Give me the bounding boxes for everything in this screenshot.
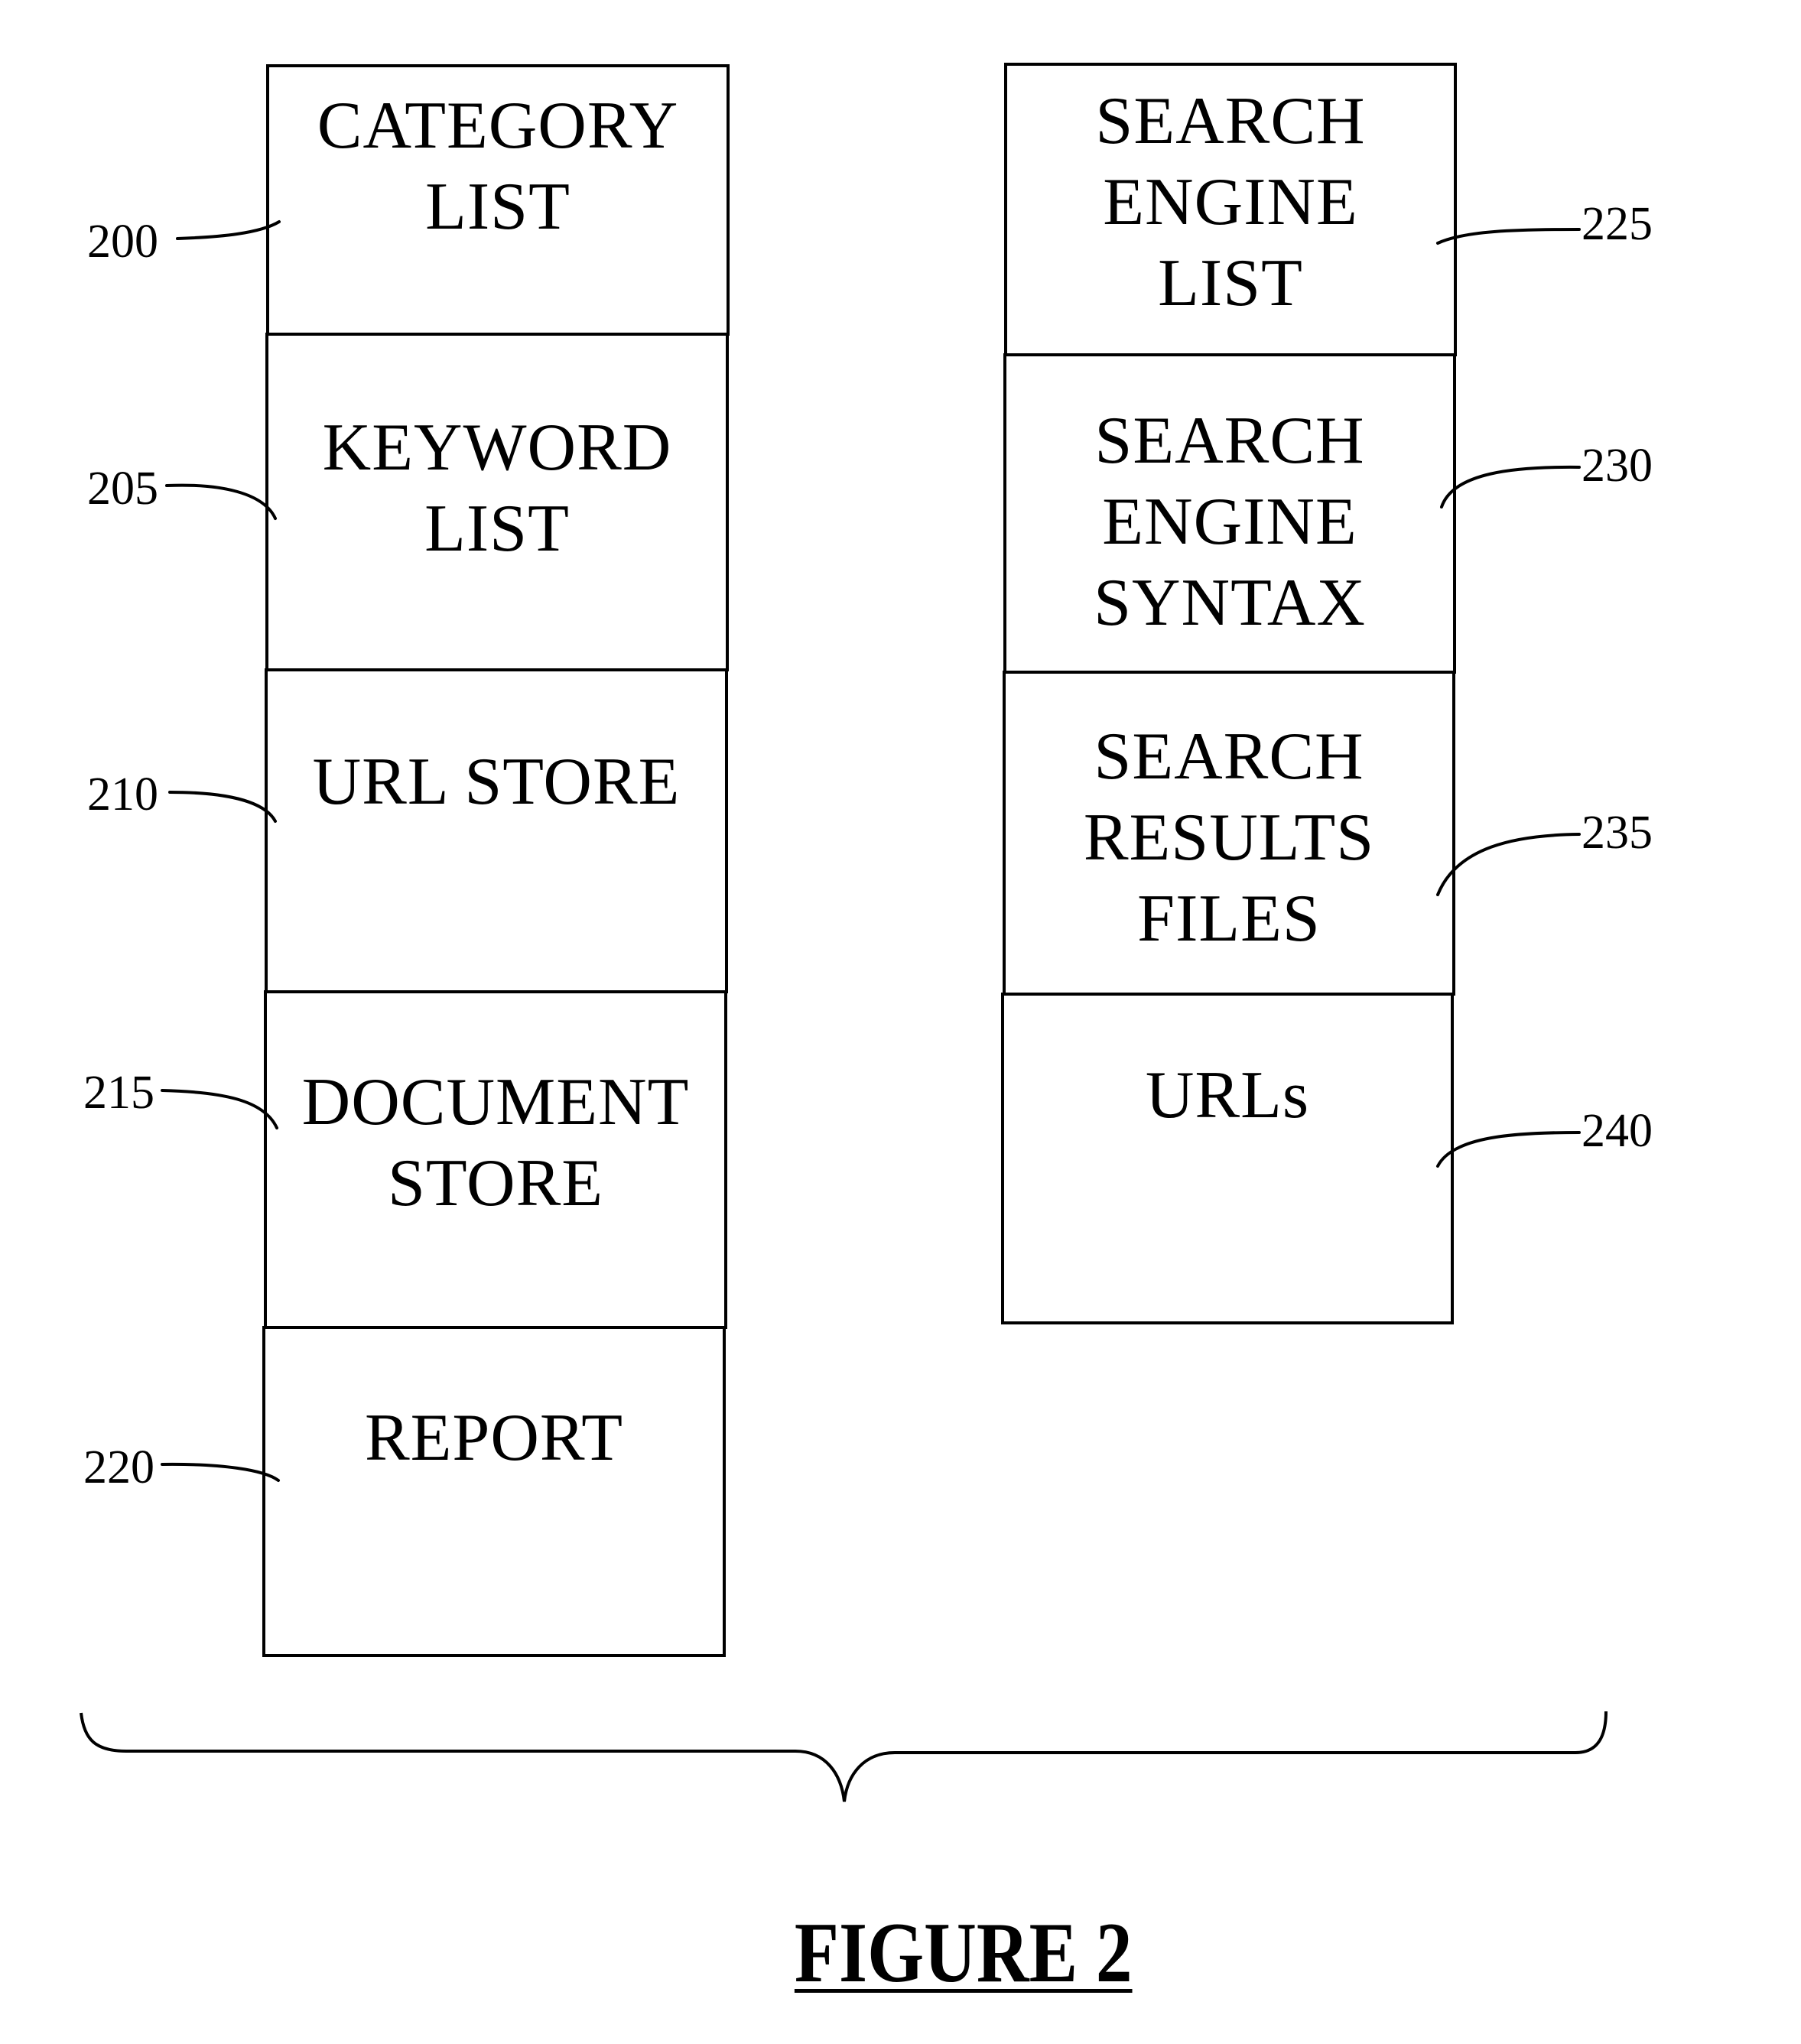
leader-line-240 bbox=[1436, 1131, 1581, 1168]
cell-urls: URLs bbox=[1003, 994, 1452, 1323]
figure-caption: FIGURE 2 bbox=[794, 1906, 1133, 2000]
leader-line-215 bbox=[161, 1089, 278, 1129]
cell-label-line: KEYWORD bbox=[322, 411, 672, 485]
cell-url-store: URL STORE bbox=[266, 670, 727, 992]
cell-label-line: RESULTS bbox=[1083, 801, 1375, 875]
ref-numeral-205: 205 bbox=[87, 463, 158, 515]
ref-numeral-200: 200 bbox=[87, 216, 158, 268]
cell-report: REPORT bbox=[264, 1327, 724, 1656]
cell-label-line: CATEGORY bbox=[317, 89, 679, 163]
leader-line-210 bbox=[168, 791, 277, 823]
cell-label-line: LIST bbox=[1158, 246, 1303, 320]
ref-numeral-225: 225 bbox=[1582, 198, 1653, 250]
cell-label-line: ENGINE bbox=[1102, 485, 1357, 559]
cell-label-line: URL STORE bbox=[312, 745, 681, 819]
leader-line-225 bbox=[1436, 228, 1581, 245]
ref-numeral-230: 230 bbox=[1582, 440, 1653, 492]
cell-label-line: LIST bbox=[424, 492, 570, 566]
leader-line-230 bbox=[1440, 465, 1581, 509]
cell-label-line: FILES bbox=[1137, 882, 1321, 956]
ref-numeral-220: 220 bbox=[83, 1441, 154, 1493]
cell-search-results-files: SEARCH RESULTS FILES bbox=[1004, 672, 1454, 994]
ref-numeral-210: 210 bbox=[87, 769, 158, 821]
cell-search-engine-list: SEARCH ENGINE LIST bbox=[1006, 64, 1455, 355]
cell-label-line: SEARCH bbox=[1095, 84, 1366, 158]
cell-label-line: SEARCH bbox=[1094, 404, 1365, 478]
cell-keyword-list: KEYWORD LIST bbox=[267, 334, 727, 670]
ref-numeral-240: 240 bbox=[1582, 1105, 1653, 1157]
cell-label-line: STORE bbox=[387, 1146, 604, 1220]
cell-label-line: ENGINE bbox=[1103, 165, 1358, 239]
ref-numeral-215: 215 bbox=[83, 1067, 154, 1119]
cell-document-store: DOCUMENT STORE bbox=[265, 992, 726, 1327]
cell-search-engine-syntax: SEARCH ENGINE SYNTAX bbox=[1005, 355, 1455, 672]
cell-category-list: CATEGORY LIST bbox=[268, 66, 728, 334]
grouping-brace bbox=[80, 1711, 1608, 1802]
leader-line-200 bbox=[176, 220, 281, 240]
ref-numeral-235: 235 bbox=[1582, 807, 1653, 859]
cell-label-line: REPORT bbox=[364, 1401, 624, 1475]
cell-label-line: SYNTAX bbox=[1094, 566, 1366, 640]
cell-label-line: URLs bbox=[1145, 1058, 1310, 1132]
cell-label-line: SEARCH bbox=[1094, 720, 1364, 794]
leader-line-205 bbox=[165, 483, 277, 520]
cell-label-line: LIST bbox=[425, 170, 571, 244]
leader-line-220 bbox=[161, 1462, 280, 1482]
cell-label-line: DOCUMENT bbox=[301, 1065, 690, 1139]
leader-line-235 bbox=[1436, 833, 1581, 896]
